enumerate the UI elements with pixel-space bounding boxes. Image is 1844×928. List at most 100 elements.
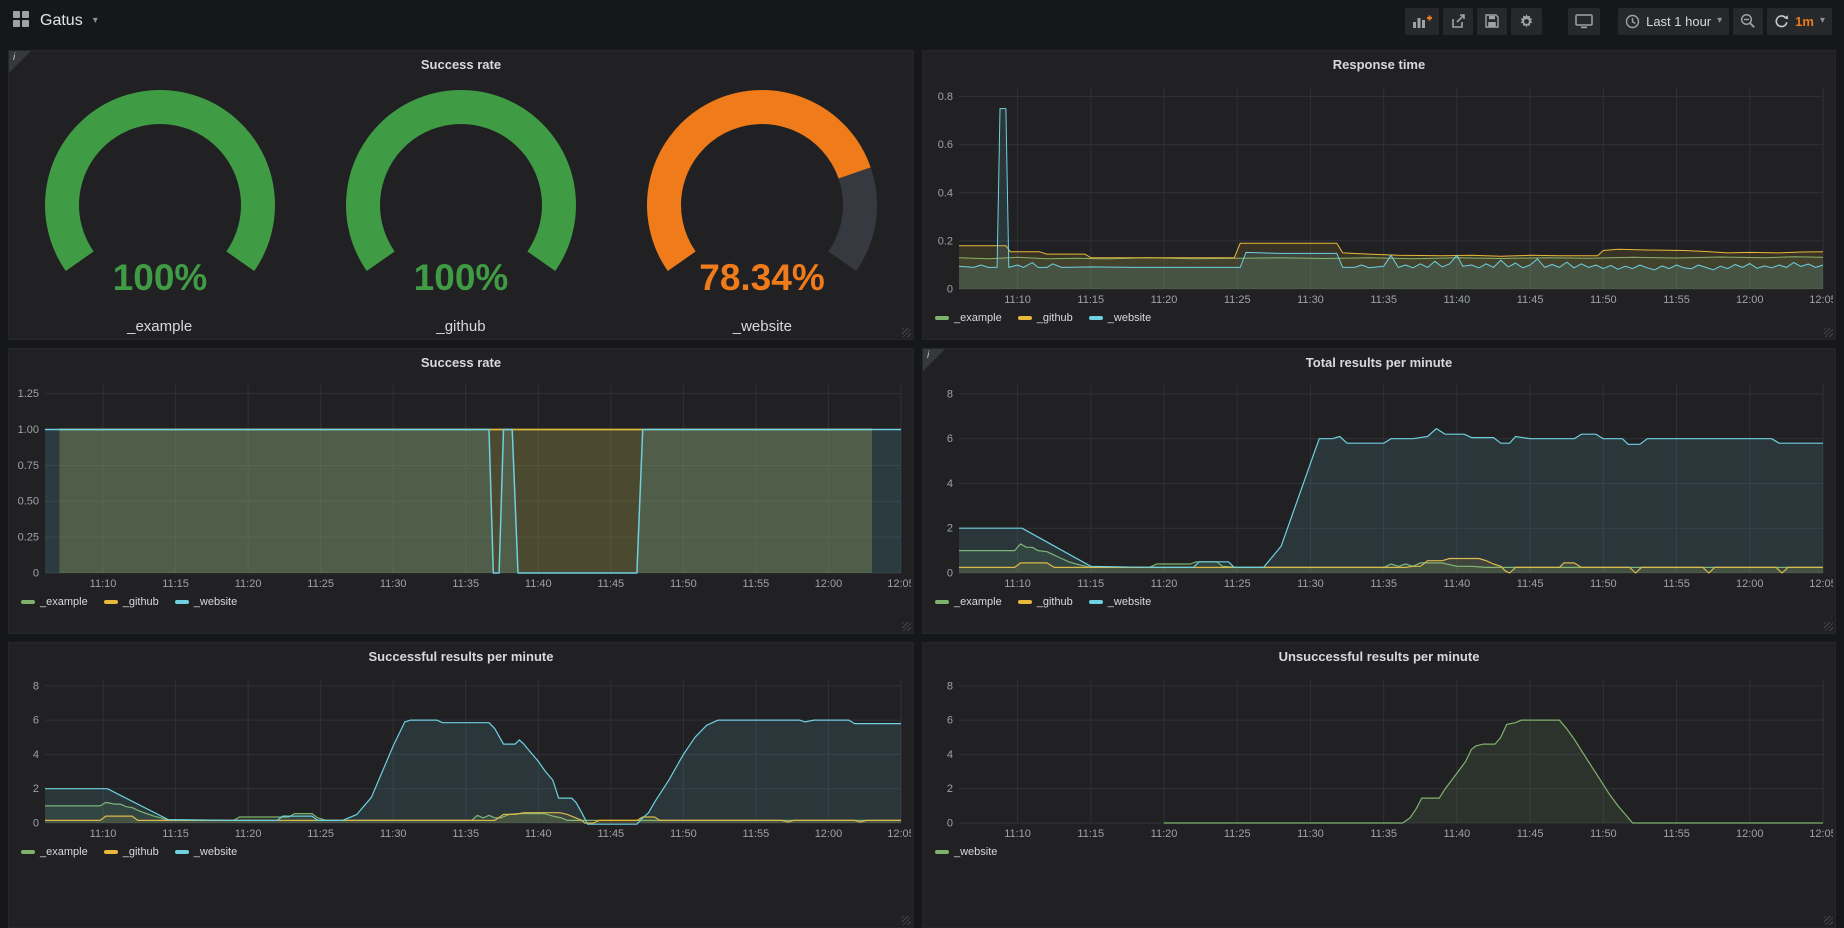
panel-successful-results: Successful results per minute 11:1011:15… bbox=[8, 642, 914, 928]
y-tick-label: 0.25 bbox=[18, 532, 39, 544]
legend-swatch bbox=[1018, 316, 1032, 320]
y-tick-label: 0.8 bbox=[938, 91, 953, 103]
series-fill-_website bbox=[45, 430, 901, 574]
successful-results-chart[interactable]: 11:1011:1511:2011:2511:3011:3511:4011:45… bbox=[9, 669, 913, 841]
panel-resize-handle[interactable] bbox=[1824, 622, 1833, 631]
dashboard-title[interactable]: Gatus bbox=[40, 12, 83, 30]
chevron-down-icon: ▾ bbox=[1820, 16, 1825, 26]
add-panel-button[interactable] bbox=[1405, 8, 1439, 35]
y-tick-label: 0 bbox=[33, 568, 39, 580]
x-tick-label: 11:55 bbox=[743, 828, 770, 840]
x-tick-label: 11:45 bbox=[597, 828, 624, 840]
x-tick-label: 12:05 bbox=[887, 828, 911, 840]
gauge-label: _website bbox=[612, 318, 913, 335]
x-tick-label: 11:40 bbox=[1444, 294, 1471, 306]
gauge-value: 100% bbox=[414, 257, 509, 298]
panel-title[interactable]: Success rate bbox=[421, 57, 501, 72]
legend-swatch bbox=[935, 850, 949, 854]
refresh-icon bbox=[1774, 14, 1789, 29]
gauge-value: 78.34% bbox=[700, 257, 826, 298]
panel-title[interactable]: Unsuccessful results per minute bbox=[1279, 649, 1480, 664]
chevron-down-icon[interactable]: ▾ bbox=[93, 16, 98, 26]
panel-header[interactable]: Response time bbox=[923, 51, 1835, 77]
y-tick-label: 0 bbox=[33, 818, 39, 830]
x-tick-label: 11:10 bbox=[1004, 828, 1031, 840]
x-tick-label: 11:20 bbox=[1151, 294, 1178, 306]
panel-resize-handle[interactable] bbox=[902, 622, 911, 631]
dashboard-grid-icon[interactable] bbox=[12, 10, 30, 33]
y-tick-label: 1.25 bbox=[18, 388, 39, 400]
total-results-chart[interactable]: 11:1011:1511:2011:2511:3011:3511:4011:45… bbox=[923, 375, 1835, 591]
legend-item-_website[interactable]: _website bbox=[1089, 596, 1151, 608]
x-tick-label: 12:00 bbox=[1736, 294, 1764, 306]
legend-label: _example bbox=[40, 596, 88, 608]
panel-header[interactable]: Unsuccessful results per minute bbox=[923, 643, 1835, 669]
panel-header[interactable]: Success rate bbox=[9, 349, 913, 375]
panel-header[interactable]: Success rate bbox=[9, 51, 913, 77]
panel-resize-handle[interactable] bbox=[1824, 916, 1833, 925]
x-tick-label: 11:25 bbox=[1224, 294, 1251, 306]
gauge-value: 100% bbox=[112, 257, 207, 298]
navbar: Gatus ▾ bbox=[0, 0, 1844, 42]
time-range-button[interactable]: Last 1 hour ▾ bbox=[1618, 8, 1729, 35]
gauge-arc-value bbox=[363, 107, 559, 261]
gauge-_github: 100% _github bbox=[310, 83, 611, 335]
x-tick-label: 11:45 bbox=[1517, 578, 1544, 590]
legend-label: _example bbox=[954, 312, 1002, 324]
panel-title[interactable]: Total results per minute bbox=[1306, 355, 1452, 370]
legend-item-_github[interactable]: _github bbox=[104, 596, 159, 608]
legend-item-_example[interactable]: _example bbox=[935, 312, 1002, 324]
panel-title[interactable]: Successful results per minute bbox=[369, 649, 554, 664]
x-tick-label: 11:50 bbox=[670, 578, 697, 590]
y-tick-label: 6 bbox=[33, 715, 39, 727]
x-tick-label: 11:45 bbox=[1517, 828, 1544, 840]
cycle-view-mode-button[interactable] bbox=[1568, 8, 1600, 35]
share-button[interactable] bbox=[1443, 8, 1473, 35]
x-tick-label: 11:45 bbox=[1517, 294, 1544, 306]
legend-swatch bbox=[175, 850, 189, 854]
legend-swatch bbox=[1018, 600, 1032, 604]
panel-title[interactable]: Response time bbox=[1333, 57, 1425, 72]
panel-title[interactable]: Success rate bbox=[421, 355, 501, 370]
refresh-button[interactable]: 1m ▾ bbox=[1767, 8, 1832, 35]
legend-item-_example[interactable]: _example bbox=[935, 596, 1002, 608]
legend-item-_website[interactable]: _website bbox=[1089, 312, 1151, 324]
response-time-chart[interactable]: 11:1011:1511:2011:2511:3011:3511:4011:45… bbox=[923, 77, 1835, 307]
panel-total-results: i Total results per minute 11:1011:1511:… bbox=[922, 348, 1836, 634]
unsuccessful-results-chart[interactable]: 11:1011:1511:2011:2511:3011:3511:4011:45… bbox=[923, 669, 1835, 841]
legend-label: _github bbox=[123, 596, 159, 608]
legend-swatch bbox=[935, 600, 949, 604]
chevron-down-icon: ▾ bbox=[1717, 16, 1722, 26]
legend-item-_example[interactable]: _example bbox=[21, 596, 88, 608]
legend-item-_example[interactable]: _example bbox=[21, 846, 88, 858]
legend-swatch bbox=[21, 850, 35, 854]
save-button[interactable] bbox=[1477, 8, 1507, 35]
legend-item-_website[interactable]: _website bbox=[935, 846, 997, 858]
x-tick-label: 11:10 bbox=[90, 578, 117, 590]
gauge-arc-value bbox=[62, 107, 258, 261]
panel-header[interactable]: Successful results per minute bbox=[9, 643, 913, 669]
zoom-out-button[interactable] bbox=[1733, 8, 1763, 35]
legend-label: _website bbox=[194, 846, 237, 858]
legend-item-_website[interactable]: _website bbox=[175, 846, 237, 858]
panel-resize-handle[interactable] bbox=[1824, 328, 1833, 337]
y-tick-label: 6 bbox=[947, 715, 953, 727]
x-tick-label: 11:25 bbox=[307, 828, 334, 840]
legend-item-_github[interactable]: _github bbox=[1018, 312, 1073, 324]
settings-button[interactable] bbox=[1511, 8, 1542, 35]
x-tick-label: 11:25 bbox=[1224, 578, 1251, 590]
legend-label: _website bbox=[1108, 312, 1151, 324]
legend-item-_github[interactable]: _github bbox=[104, 846, 159, 858]
y-tick-label: 8 bbox=[947, 388, 953, 400]
gauge-label: _github bbox=[310, 318, 611, 335]
panel-resize-handle[interactable] bbox=[902, 328, 911, 337]
success-rate-chart[interactable]: 11:1011:1511:2011:2511:3011:3511:4011:45… bbox=[9, 375, 913, 591]
y-tick-label: 0.50 bbox=[18, 496, 39, 508]
x-tick-label: 12:05 bbox=[1809, 294, 1833, 306]
legend-item-_website[interactable]: _website bbox=[175, 596, 237, 608]
info-icon: i bbox=[927, 350, 929, 361]
panel-resize-handle[interactable] bbox=[902, 916, 911, 925]
panel-header[interactable]: Total results per minute bbox=[923, 349, 1835, 375]
legend-item-_github[interactable]: _github bbox=[1018, 596, 1073, 608]
x-tick-label: 11:15 bbox=[1077, 828, 1104, 840]
